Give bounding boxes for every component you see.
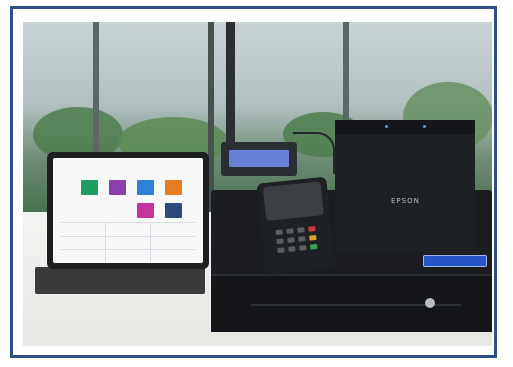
keypad-key (276, 238, 284, 245)
keypad-key (308, 226, 316, 232)
divider (150, 222, 151, 262)
card-reader (262, 181, 325, 222)
keypad-key (275, 229, 283, 236)
status-led (423, 125, 426, 128)
keypad-key (288, 246, 296, 252)
tile-purple-icon[interactable] (109, 180, 126, 195)
tile-blue-icon[interactable] (137, 180, 154, 195)
tablet-screen (53, 158, 203, 263)
keypad-key (309, 234, 317, 241)
printer-top (335, 120, 475, 134)
tile-navy-icon[interactable] (165, 203, 182, 218)
divider (105, 222, 106, 262)
pos-setup-photo: EPSON (23, 22, 492, 346)
keypad-key (287, 237, 295, 243)
keypad-key (298, 236, 306, 242)
tablet (47, 152, 209, 269)
tile-orange-icon[interactable] (165, 180, 182, 195)
divider (61, 236, 195, 237)
divider (61, 222, 195, 223)
customer-display-screen (229, 150, 289, 167)
printer-brand: EPSON (391, 197, 420, 205)
keypad-key (299, 245, 307, 251)
keypad-key (297, 227, 305, 233)
drawer-label (423, 255, 487, 267)
tile-green-icon[interactable] (81, 180, 98, 195)
keypad-key (310, 243, 318, 250)
customer-display (221, 142, 297, 176)
cash-drawer-front (211, 274, 492, 332)
keypad-key (286, 228, 294, 235)
cable (293, 132, 335, 174)
keypad-key (277, 247, 285, 254)
divider (61, 249, 195, 250)
card-terminal (256, 176, 336, 276)
receipt-printer: EPSON (335, 120, 475, 252)
tablet-stand (35, 267, 205, 294)
status-led (385, 125, 388, 128)
lock-icon (425, 298, 435, 308)
tile-magenta-icon[interactable] (137, 203, 154, 218)
